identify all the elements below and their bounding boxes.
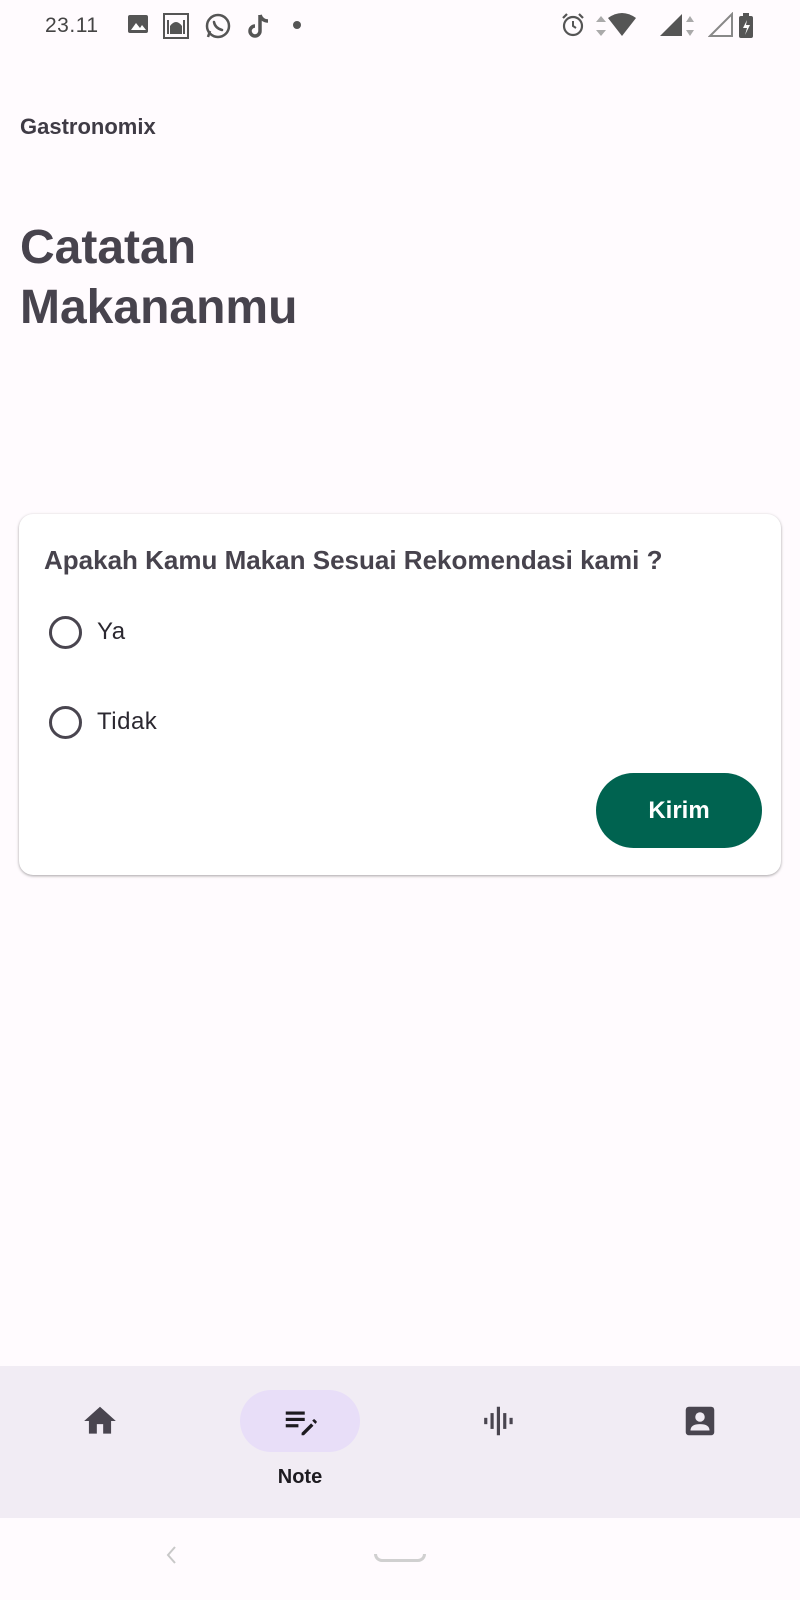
status-bar: 23.11 — [0, 0, 800, 52]
battery-icon — [739, 13, 753, 38]
submit-button[interactable]: Kirim — [596, 773, 762, 848]
nav-icon-container — [640, 1390, 760, 1452]
back-gesture-icon[interactable] — [164, 1544, 178, 1566]
nav-label-note: Note — [277, 1466, 323, 1488]
profile-icon — [685, 1406, 715, 1436]
nav-icon-container — [40, 1390, 160, 1452]
dot-icon — [293, 21, 301, 29]
page-title: Catatan Makananmu — [20, 221, 298, 334]
radio-button-icon[interactable] — [49, 705, 82, 739]
alarm-icon — [562, 13, 584, 37]
survey-card: Apakah Kamu Makan Sesuai Rekomendasi kam… — [19, 514, 781, 875]
signal-empty-icon — [708, 12, 733, 37]
app-name: Gastronomix — [20, 114, 156, 139]
radio-label-ya: Ya — [97, 618, 126, 645]
whatsapp-icon — [205, 13, 231, 39]
wifi-icon — [596, 13, 636, 36]
radio-option-tidak[interactable]: Tidak — [49, 700, 157, 744]
image-icon — [128, 15, 148, 33]
nav-item-audio[interactable] — [400, 1366, 600, 1518]
radio-label-tidak: Tidak — [97, 708, 158, 735]
tiktok-icon — [248, 14, 269, 38]
survey-question: Apakah Kamu Makan Sesuai Rekomendasi kam… — [44, 545, 663, 575]
system-navigation-bar — [0, 1518, 800, 1600]
nav-active-indicator — [240, 1390, 360, 1452]
home-icon — [84, 1406, 116, 1434]
mosque-app-icon — [163, 13, 189, 39]
radio-button-icon[interactable] — [49, 615, 82, 649]
radio-option-ya[interactable]: Ya — [49, 610, 126, 654]
nav-item-home[interactable] — [0, 1366, 200, 1518]
signal-icon — [660, 14, 694, 36]
status-time: 23.11 — [45, 14, 99, 37]
audio-wave-icon — [484, 1406, 513, 1436]
nav-item-note[interactable]: Note — [200, 1366, 400, 1518]
nav-icon-container — [440, 1390, 560, 1452]
home-gesture-handle[interactable] — [374, 1554, 426, 1562]
note-edit-icon — [285, 1411, 317, 1436]
nav-item-profile[interactable] — [600, 1366, 800, 1518]
bottom-navigation: Note — [0, 1366, 800, 1518]
